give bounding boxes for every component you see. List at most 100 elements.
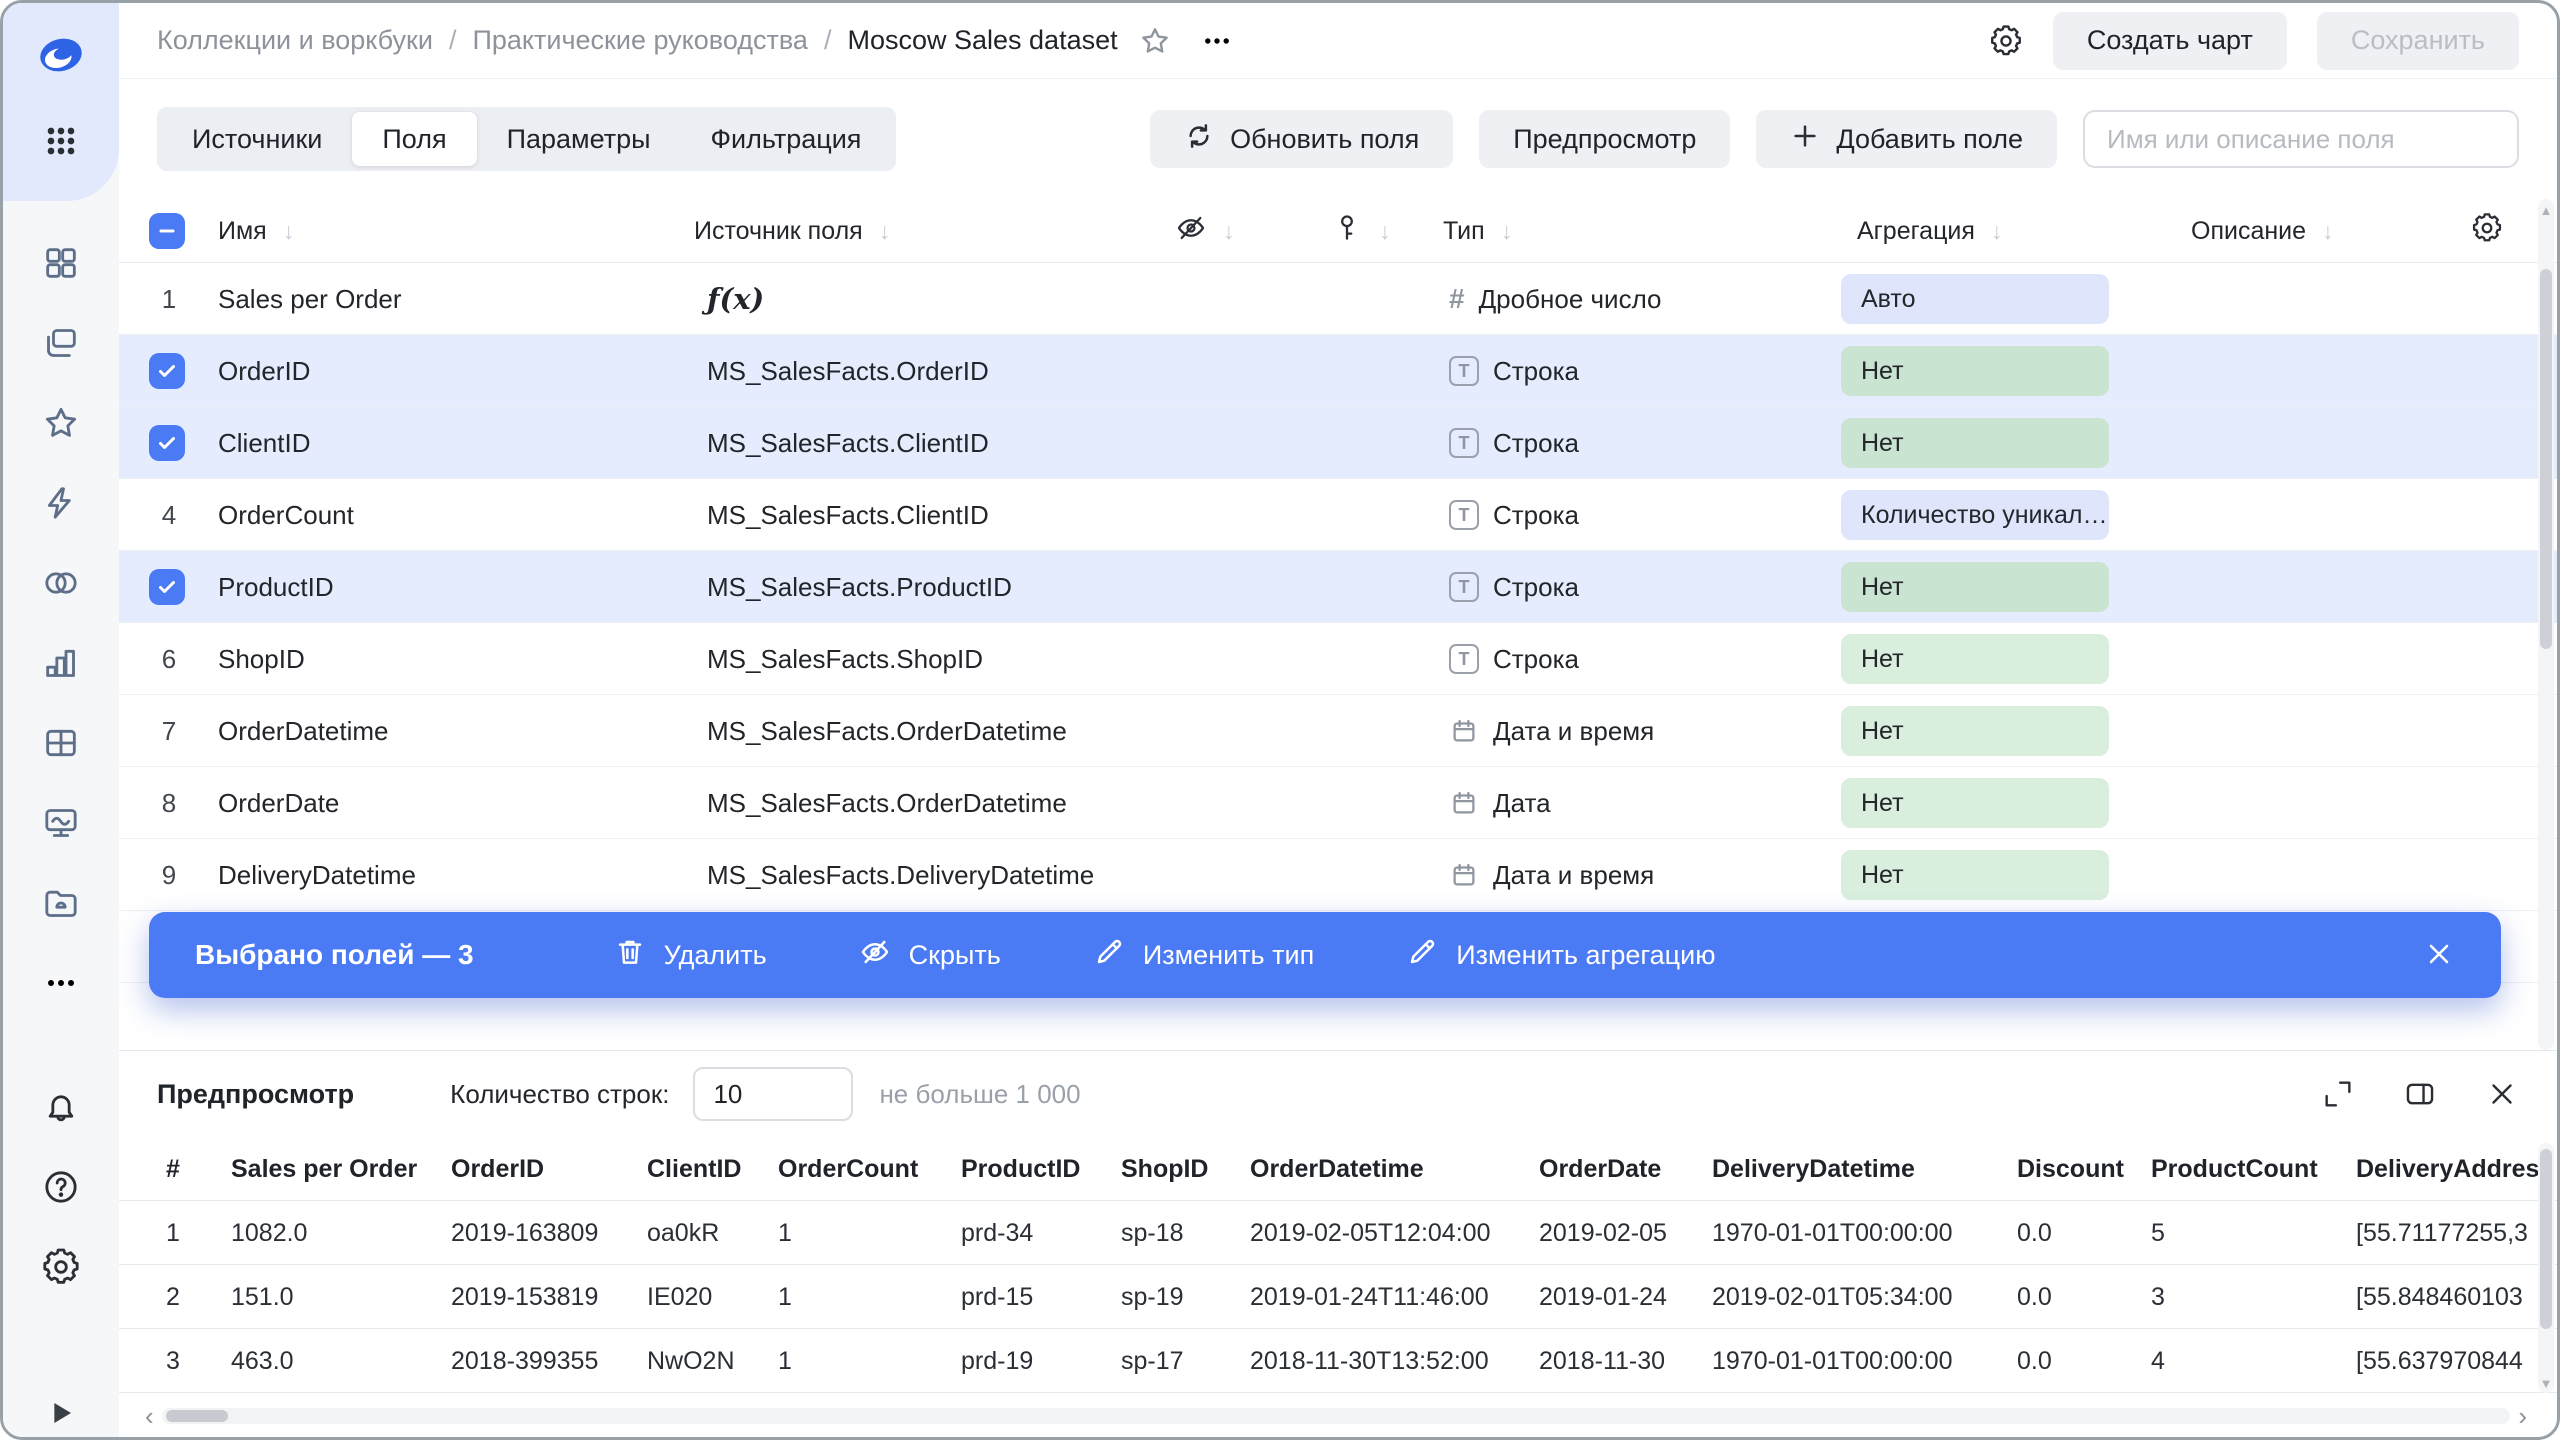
aggregation-select[interactable]: Нет — [1841, 634, 2109, 684]
field-search-input[interactable] — [2083, 110, 2519, 168]
aggregation-select[interactable]: Нет — [1841, 562, 2109, 612]
sort-icon: ↓ — [878, 217, 891, 244]
aggregation-select[interactable]: Нет — [1841, 346, 2109, 396]
aggregation-select[interactable]: Нет — [1841, 778, 2109, 828]
preview-table-row: 2 151.0 2019-153819 IE020 1 prd-15 sp-19 2019-0… — [119, 1265, 2557, 1329]
column-header-type[interactable]: Тип ↓ — [1443, 199, 1512, 263]
field-source: MS_SalesFacts.ClientID — [707, 500, 989, 530]
tab-sources[interactable]: Источники — [162, 112, 352, 166]
preview-button[interactable]: Предпросмотр — [1479, 110, 1731, 168]
field-row-OrderID[interactable]: OrderID MS_SalesFacts.OrderID Т Строка Нет — [119, 335, 2557, 407]
row-count-input[interactable] — [693, 1067, 854, 1121]
aggregation-select[interactable]: Нет — [1841, 706, 2109, 756]
sidebar-item-storage[interactable] — [33, 875, 89, 931]
delete-fields-button[interactable]: Удалить — [614, 936, 767, 975]
preview-title: Предпросмотр — [157, 1078, 355, 1109]
hide-fields-button[interactable]: Скрыть — [859, 936, 1001, 975]
field-name: DeliveryDatetime — [218, 860, 416, 890]
save-button[interactable]: Сохранить — [2316, 11, 2519, 70]
field-row-DeliveryDatetime[interactable]: 9 DeliveryDatetime MS_SalesFacts.DeliveryD… — [119, 839, 2557, 911]
column-header-name[interactable]: Имя ↓ — [218, 199, 294, 263]
datalens-logo-icon[interactable] — [33, 27, 89, 83]
close-preview-icon[interactable] — [2485, 1077, 2519, 1111]
row-checkbox[interactable] — [149, 569, 185, 605]
string-type-icon: Т — [1449, 356, 1479, 386]
field-row-OrderDate[interactable]: 8 OrderDate MS_SalesFacts.OrderDatetime Дат… — [119, 767, 2557, 839]
tab-parameters[interactable]: Параметры — [477, 112, 681, 166]
refresh-fields-button[interactable]: Обновить поля — [1150, 110, 1454, 168]
field-row-OrderDatetime[interactable]: 7 OrderDatetime MS_SalesFacts.OrderDatetim… — [119, 695, 2557, 767]
field-row-ProductID[interactable]: ProductID MS_SalesFacts.ProductID Т Строка Н… — [119, 551, 2557, 623]
add-field-button[interactable]: Добавить поле — [1756, 110, 2057, 168]
aggregation-select[interactable]: Количество уникал… — [1841, 490, 2109, 540]
sidebar-item-datasets[interactable] — [33, 555, 89, 611]
expand-preview-icon[interactable] — [2321, 1077, 2355, 1111]
selection-action-bar: Выбрано полей — 3 Удалить Скрыть Изменит… — [149, 912, 2501, 998]
breadcrumb-collections[interactable]: Коллекции и воркбуки — [157, 25, 433, 56]
preview-column-header: ShopID — [1121, 1155, 1209, 1183]
sidebar-item-notifications[interactable] — [33, 1079, 89, 1135]
preview-horizontal-scrollbar[interactable]: ‹ › — [145, 1403, 2527, 1429]
row-checkbox[interactable] — [149, 353, 185, 389]
scroll-down-icon[interactable]: ▼ — [2538, 1376, 2554, 1391]
breadcrumb: Коллекции и воркбуки / Практические руко… — [157, 25, 1118, 56]
column-header-description[interactable]: Описание ↓ — [2191, 199, 2334, 263]
column-header-key[interactable]: ↓ — [1331, 199, 1391, 263]
breadcrumb-separator: / — [448, 25, 457, 55]
scroll-up-icon[interactable]: ▲ — [2538, 203, 2554, 218]
breadcrumb-guides[interactable]: Практические руководства — [472, 25, 807, 56]
row-checkbox[interactable] — [149, 425, 185, 461]
split-view-icon[interactable] — [2403, 1077, 2437, 1111]
field-row-ClientID[interactable]: ClientID MS_SalesFacts.ClientID Т Строка Нет — [119, 407, 2557, 479]
sidebar-expand-icon[interactable] — [33, 1385, 89, 1437]
selection-count-label: Выбрано полей — 3 — [195, 939, 474, 970]
field-name: OrderCount — [218, 500, 354, 530]
preview-vertical-scrollbar[interactable]: ▼ — [2538, 1143, 2554, 1393]
favorite-star-icon[interactable] — [1138, 24, 1172, 58]
sidebar-item-favorites[interactable] — [33, 395, 89, 451]
scroll-right-icon[interactable]: › — [2518, 1403, 2527, 1429]
dataset-settings-gear-icon[interactable] — [1989, 24, 2023, 58]
field-row-Sales per Order[interactable]: 1 Sales per Order ƒ(x) # Дробное число Авто — [119, 263, 2557, 335]
create-chart-button[interactable]: Создать чарт — [2052, 11, 2287, 70]
field-source: MS_SalesFacts.OrderDatetime — [707, 716, 1067, 746]
fields-vertical-scrollbar[interactable]: ▲ — [2538, 199, 2554, 1050]
close-selection-bar-icon[interactable] — [2423, 938, 2455, 973]
sidebar-item-collections[interactable] — [33, 235, 89, 291]
preview-cell: NwO2N — [647, 1347, 735, 1375]
scroll-left-icon[interactable]: ‹ — [145, 1403, 154, 1429]
sidebar-item-connections[interactable] — [33, 475, 89, 531]
change-type-button[interactable]: Изменить тип — [1093, 936, 1314, 975]
preview-cell: 3 — [2151, 1283, 2165, 1311]
scrollbar-thumb[interactable] — [2540, 269, 2552, 649]
aggregation-select[interactable]: Нет — [1841, 418, 2109, 468]
more-actions-icon[interactable] — [1200, 24, 1234, 58]
tab-filtering[interactable]: Фильтрация — [681, 112, 892, 166]
column-header-visibility[interactable]: ↓ — [1175, 199, 1235, 263]
field-row-OrderCount[interactable]: 4 OrderCount MS_SalesFacts.ClientID Т Строка… — [119, 479, 2557, 551]
preview-cell: [55.848460103 — [2356, 1283, 2523, 1311]
aggregation-select[interactable]: Нет — [1841, 850, 2109, 900]
select-all-checkbox[interactable] — [149, 213, 185, 249]
apps-grid-icon[interactable] — [33, 113, 89, 169]
preview-cell: 0.0 — [2017, 1347, 2052, 1375]
scrollbar-track[interactable] — [161, 1408, 2511, 1424]
sidebar-item-tables[interactable] — [33, 715, 89, 771]
change-aggregation-button[interactable]: Изменить агрегацию — [1406, 936, 1715, 975]
tab-fields[interactable]: Поля — [352, 112, 477, 166]
field-row-ShopID[interactable]: 6 ShopID MS_SalesFacts.ShopID Т Строка Нет — [119, 623, 2557, 695]
column-header-aggregation[interactable]: Агрегация ↓ — [1857, 199, 2002, 263]
aggregation-select[interactable]: Авто — [1841, 274, 2109, 324]
table-settings-gear-icon[interactable] — [2471, 199, 2503, 263]
sidebar-item-help[interactable] — [33, 1159, 89, 1215]
sort-icon: ↓ — [282, 217, 295, 244]
scrollbar-thumb[interactable] — [2540, 1149, 2552, 1329]
sidebar-item-more[interactable] — [33, 955, 89, 1011]
sidebar-item-workbooks[interactable] — [33, 315, 89, 371]
column-header-source[interactable]: Источник поля ↓ — [694, 199, 890, 263]
sidebar-item-dashboards[interactable] — [33, 795, 89, 851]
scrollbar-thumb[interactable] — [165, 1410, 228, 1422]
sidebar-item-charts[interactable] — [33, 635, 89, 691]
sidebar-item-settings[interactable] — [33, 1239, 89, 1295]
preview-cell: 2 — [166, 1283, 180, 1311]
